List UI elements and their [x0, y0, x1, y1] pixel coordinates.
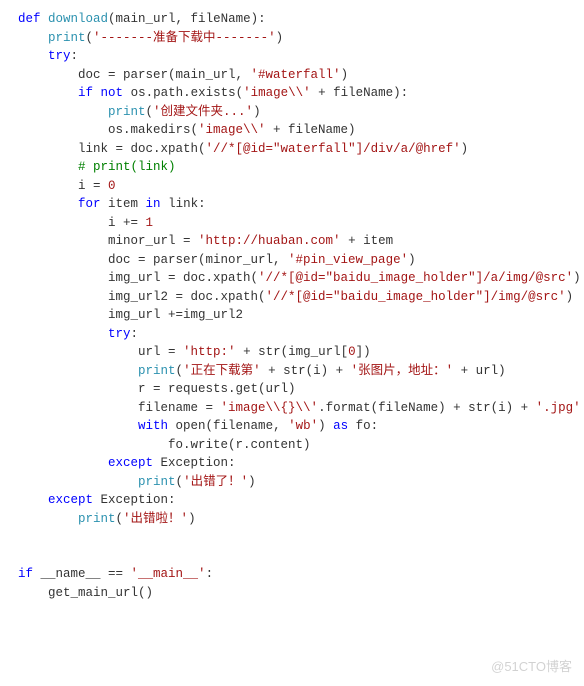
watermark: @51CTO博客 — [491, 657, 572, 676]
function-name: download — [48, 12, 108, 26]
comment: # print(link) — [78, 160, 176, 174]
keyword-def: def — [18, 12, 41, 26]
call-print: print — [48, 31, 86, 45]
code-block: def download(main_url, fileName): print(… — [0, 0, 584, 686]
